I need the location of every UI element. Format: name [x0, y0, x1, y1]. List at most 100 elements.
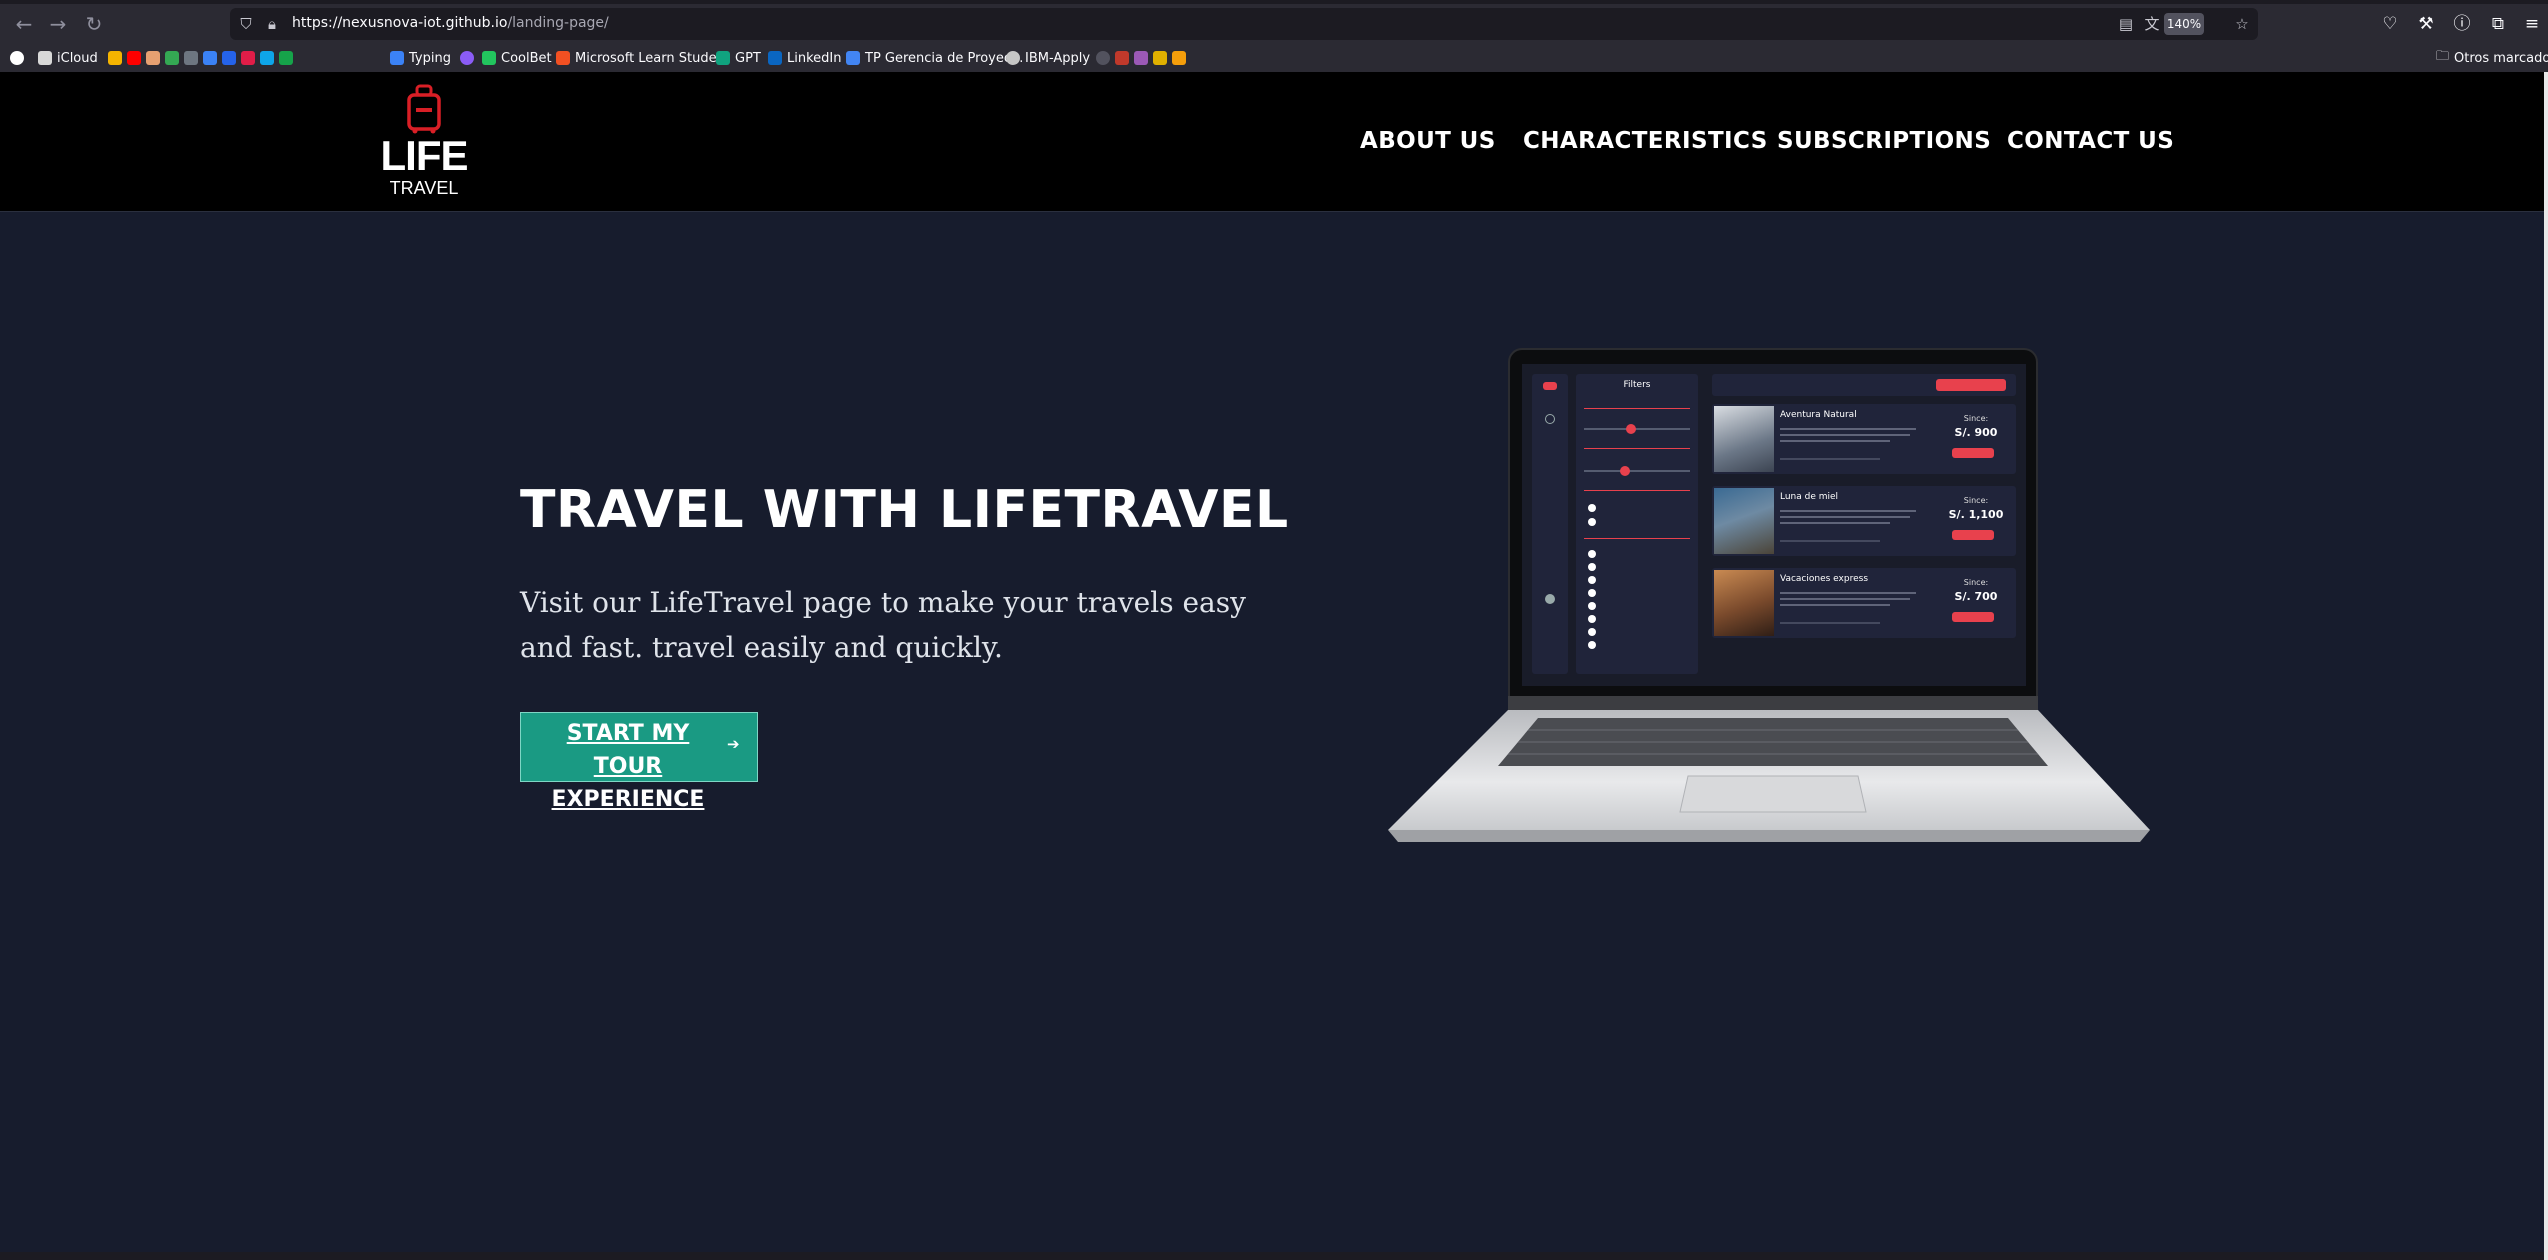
forward-icon[interactable]: →	[46, 12, 70, 36]
mockup-radio	[1588, 504, 1596, 512]
bookmark-gpt[interactable]: GPT	[716, 48, 761, 68]
app-icon	[460, 51, 474, 65]
docs-icon[interactable]	[203, 51, 217, 65]
bookmark-typing[interactable]: Typing	[390, 48, 451, 68]
zoom-level[interactable]: 140%	[2164, 13, 2204, 35]
pocket-icon[interactable]: ♡	[2378, 12, 2402, 36]
bookmark-ibm-apply[interactable]: IBM-Apply	[1006, 48, 1090, 68]
bookmark-label: Typing	[409, 50, 451, 66]
mockup-card-since: Since:	[1963, 496, 1989, 505]
mockup-logo-icon	[1543, 382, 1557, 390]
mockup-card-button	[1952, 530, 1994, 540]
mockup-divider	[1584, 490, 1690, 491]
other-bookmarks-label: Otros marcadores	[2454, 50, 2548, 66]
logo-subtext: TRAVEL	[389, 178, 459, 198]
bookmark-label: GPT	[735, 50, 761, 66]
url-path: /landing-page/	[507, 15, 609, 31]
bookmark-linkedin[interactable]: LinkedIn	[768, 48, 841, 68]
nav-characteristics[interactable]: CHARACTERISTICS	[1523, 128, 1768, 154]
start-tour-label: START MY TOUR EXPERIENCE	[551, 721, 705, 812]
info-icon[interactable]: ⓘ	[2450, 12, 2474, 36]
app-icon[interactable]	[1153, 51, 1167, 65]
tab-strip	[0, 0, 2548, 4]
menu-icon[interactable]: ≡	[2520, 12, 2544, 36]
start-tour-button[interactable]: START MY TOUR EXPERIENCE ➔	[520, 712, 758, 812]
google-drive-icon[interactable]	[165, 51, 179, 65]
site-logo[interactable]: LIFE TRAVEL	[376, 84, 472, 202]
drive-icon[interactable]	[108, 51, 122, 65]
lock-icon[interactable]: 🔒︎	[262, 14, 282, 34]
translate-icon[interactable]: 文	[2142, 14, 2162, 34]
nav-about-us[interactable]: ABOUT US	[1360, 128, 1496, 154]
mockup-text-line	[1780, 540, 1880, 542]
mockup-card-button	[1952, 448, 1994, 458]
app-icon[interactable]	[1096, 51, 1110, 65]
laptop-screen: Filters Aventura Natural Since: S/. 900 …	[1522, 364, 2026, 686]
mockup-card-photo	[1714, 406, 1774, 472]
mockup-card-price: S/. 900	[1954, 426, 1998, 439]
bookmark-icloud[interactable]: iCloud	[38, 48, 98, 68]
url-text[interactable]: https://nexusnova-iot.github.io/landing-…	[292, 15, 609, 31]
other-bookmarks[interactable]: 🗀 Otros marcadores	[2436, 48, 2548, 68]
alert-icon[interactable]	[241, 51, 255, 65]
mockup-text-line	[1780, 598, 1910, 600]
outlook-icon[interactable]	[222, 51, 236, 65]
mockup-text-line	[1780, 604, 1890, 606]
bookmark-purple[interactable]	[460, 48, 474, 68]
bookmark-tp-gerencia[interactable]: TP Gerencia de Proyec...	[846, 48, 1023, 68]
youtube-icon[interactable]	[127, 51, 141, 65]
bookmark-coolbet[interactable]: CoolBet	[482, 48, 552, 68]
mockup-filter-panel: Filters	[1576, 374, 1698, 674]
mockup-text-line	[1780, 458, 1880, 460]
logo-text: LIFE	[380, 132, 469, 179]
mockup-card: Vacaciones express Since: S/. 700	[1712, 568, 2016, 638]
nav-contact-us[interactable]: CONTACT US	[2007, 128, 2174, 154]
coolbet-icon	[482, 51, 496, 65]
mockup-card-button	[1952, 612, 1994, 622]
typing-icon	[390, 51, 404, 65]
mockup-card-photo	[1714, 570, 1774, 636]
mockup-card-price: S/. 1,100	[1948, 508, 2004, 521]
mockup-text-line	[1780, 592, 1916, 594]
bookmark-icon-row-2	[1096, 48, 1186, 68]
bookmark-label: CoolBet	[501, 50, 552, 66]
mockup-card-photo	[1714, 488, 1774, 554]
mockup-text-line	[1780, 510, 1916, 512]
tools-icon[interactable]: ⚒	[2414, 12, 2438, 36]
linkedin-icon	[768, 51, 782, 65]
mockup-card-price: S/. 700	[1954, 590, 1998, 603]
mockup-sidebar	[1532, 374, 1568, 674]
bookmark-label: IBM-Apply	[1025, 50, 1091, 66]
mockup-card: Luna de miel Since: S/. 1,100	[1712, 486, 2016, 556]
extensions-icon[interactable]: ⧉	[2486, 12, 2510, 36]
laptop-keyboard-deck	[1388, 710, 2150, 842]
mockup-text-line	[1780, 440, 1890, 442]
mockup-user-icon	[1545, 594, 1555, 604]
microsoft-icon	[556, 51, 570, 65]
gpt-icon	[716, 51, 730, 65]
bookmark-favicon-group	[10, 48, 24, 68]
shield-icon[interactable]: ⛉	[236, 14, 256, 34]
avatar-icon[interactable]	[146, 51, 160, 65]
page-scrollbar[interactable]	[2544, 72, 2548, 1260]
address-bar[interactable]: ⛉ 🔒︎ https://nexusnova-iot.github.io/lan…	[230, 8, 2258, 40]
back-icon[interactable]: ←	[12, 12, 36, 36]
flag-icon[interactable]	[1115, 51, 1129, 65]
circle-icon[interactable]	[10, 51, 24, 65]
reader-view-icon[interactable]: ▤	[2116, 14, 2136, 34]
app-icon[interactable]	[260, 51, 274, 65]
app-icon[interactable]	[1134, 51, 1148, 65]
bookmark-label: Microsoft Learn Stude...	[575, 50, 729, 66]
app-icon[interactable]	[279, 51, 293, 65]
url-host: https://nexusnova-iot.github.io	[292, 15, 508, 31]
mockup-divider	[1584, 408, 1690, 409]
luggage-icon	[407, 84, 441, 134]
reload-icon[interactable]: ↻	[82, 12, 106, 36]
mockup-text-line	[1780, 522, 1890, 524]
mockup-divider	[1584, 448, 1690, 449]
bookmark-star-icon[interactable]: ☆	[2232, 14, 2252, 34]
github-icon[interactable]	[184, 51, 198, 65]
nav-subscriptions[interactable]: SUBSCRIPTIONS	[1777, 128, 1991, 154]
bookmark-microsoft-learn[interactable]: Microsoft Learn Stude...	[556, 48, 729, 68]
hand-icon[interactable]	[1172, 51, 1186, 65]
